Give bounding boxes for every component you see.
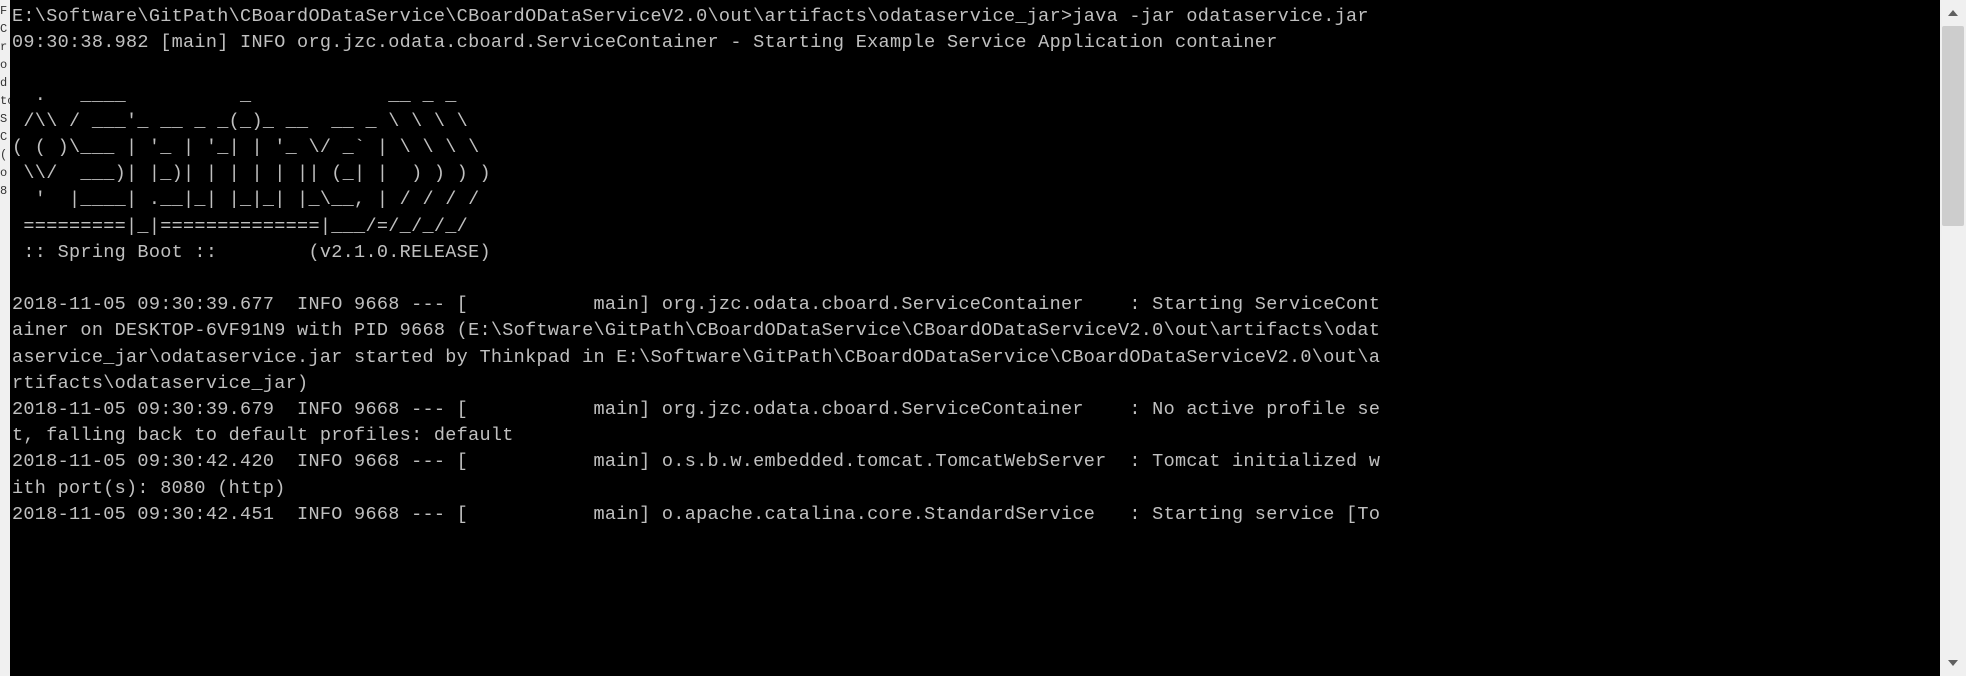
vertical-scrollbar[interactable] xyxy=(1940,0,1966,676)
chevron-up-icon xyxy=(1948,10,1958,16)
log-line: 2018-11-05 09:30:39.677 INFO 9668 --- [ … xyxy=(12,294,1380,315)
terminal-window[interactable]: E:\Software\GitPath\CBoardODataService\C… xyxy=(10,0,1940,676)
log-line: ith port(s): 8080 (http) xyxy=(12,478,286,499)
log-line: t, falling back to default profiles: def… xyxy=(12,425,514,446)
log-line: 2018-11-05 09:30:42.420 INFO 9668 --- [ … xyxy=(12,451,1380,472)
terminal-output: E:\Software\GitPath\CBoardODataService\C… xyxy=(10,0,1940,532)
spring-ascii-art: . ____ _ __ _ _ /\\ / ___'_ __ _ _(_)_ _… xyxy=(12,85,491,263)
scroll-down-button[interactable] xyxy=(1940,650,1966,676)
log-line: 2018-11-05 09:30:42.451 INFO 9668 --- [ … xyxy=(12,504,1380,525)
log-line: 09:30:38.982 [main] INFO org.jzc.odata.c… xyxy=(12,32,1278,53)
log-line: ainer on DESKTOP-6VF91N9 with PID 9668 (… xyxy=(12,320,1380,341)
prompt-line: E:\Software\GitPath\CBoardODataService\C… xyxy=(12,6,1369,27)
scroll-track[interactable] xyxy=(1940,26,1966,650)
scroll-thumb[interactable] xyxy=(1942,26,1964,226)
log-line: aservice_jar\odataservice.jar started by… xyxy=(12,347,1380,368)
chevron-down-icon xyxy=(1948,660,1958,666)
editor-gutter: F C r o d to S C ( o 8 xyxy=(0,0,10,676)
log-line: 2018-11-05 09:30:39.679 INFO 9668 --- [ … xyxy=(12,399,1380,420)
scroll-up-button[interactable] xyxy=(1940,0,1966,26)
log-line: rtifacts\odataservice_jar) xyxy=(12,373,308,394)
